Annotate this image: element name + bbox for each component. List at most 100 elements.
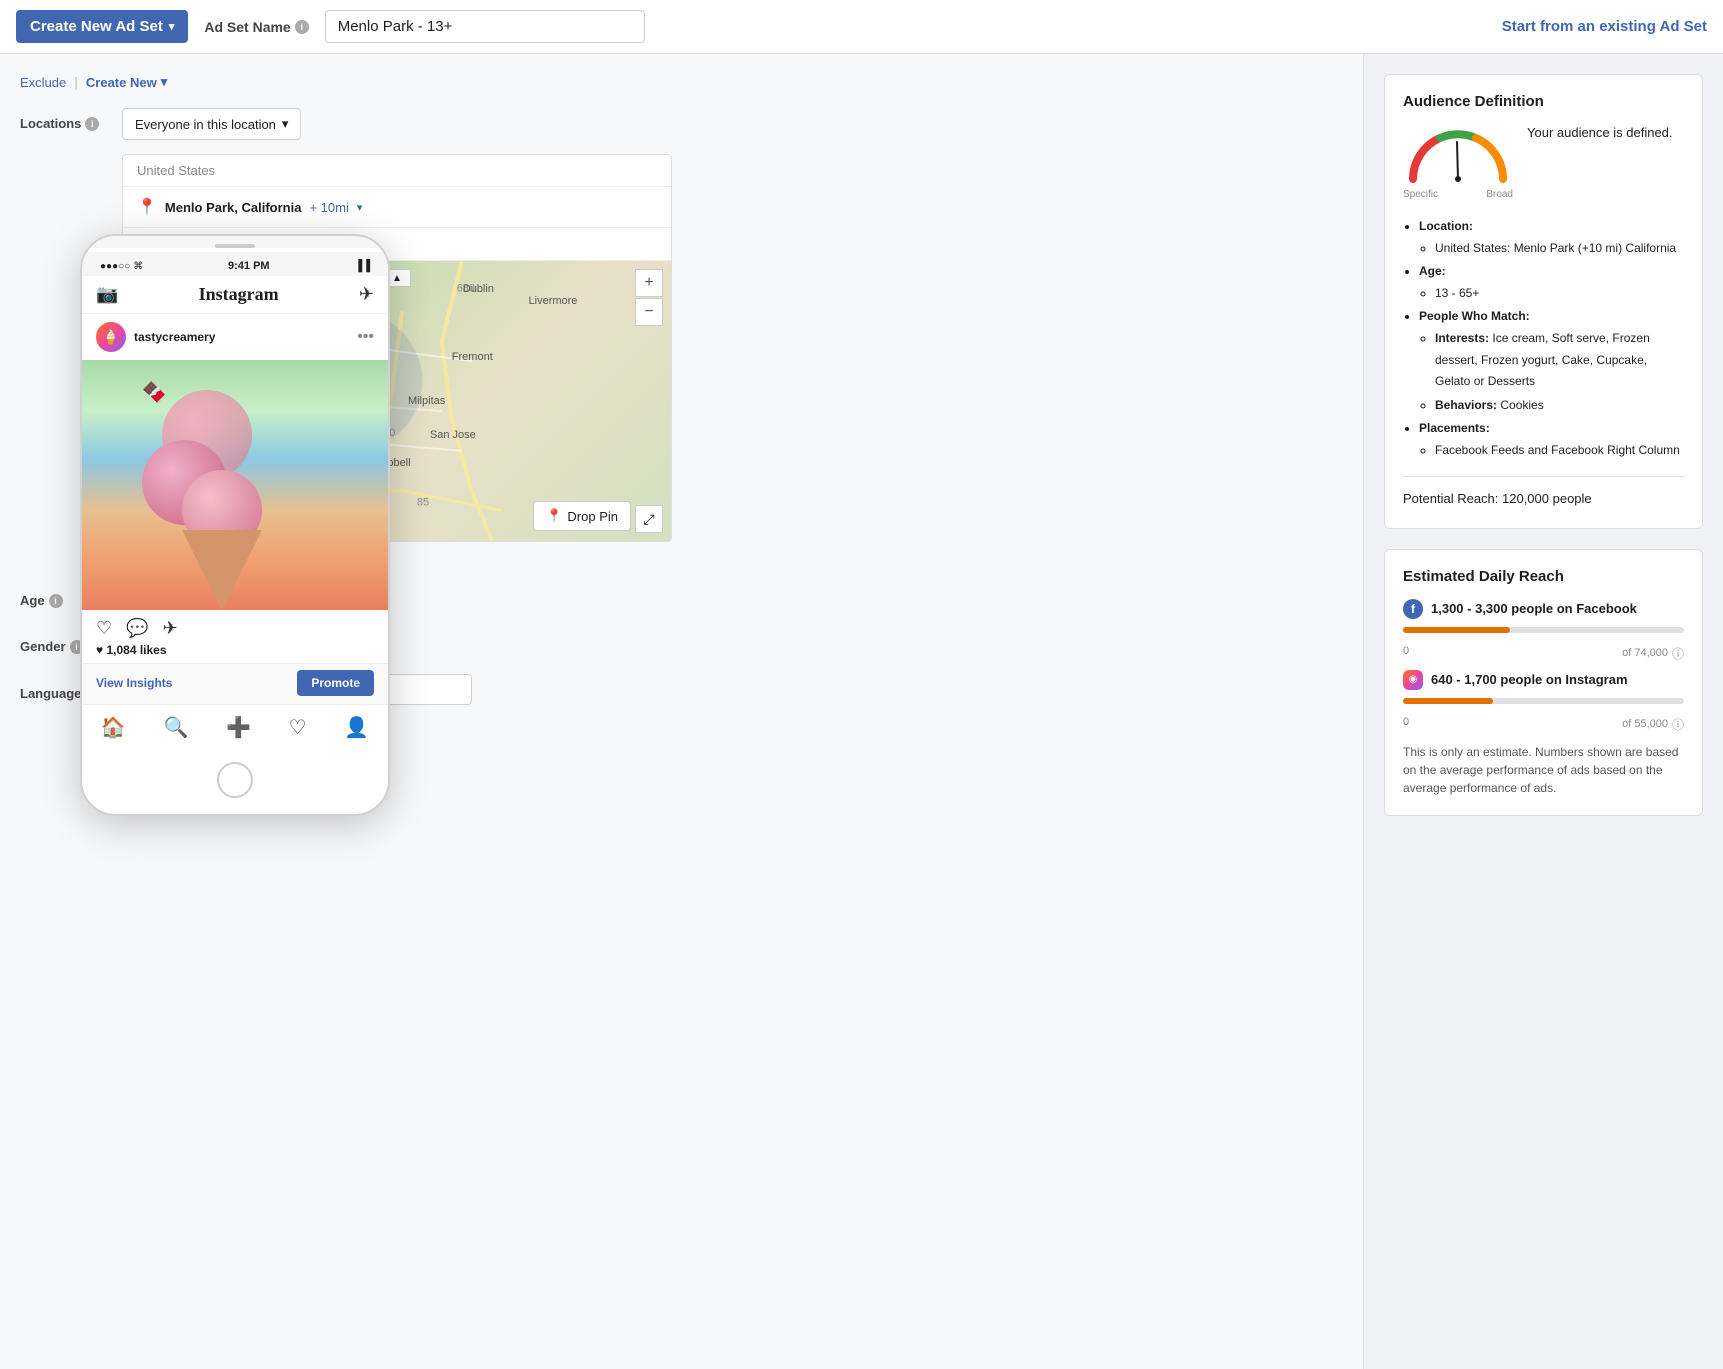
facebook-reach-row: f 1,300 - 3,300 people on Facebook [1403, 599, 1684, 619]
post-image: 🍫 [82, 360, 388, 610]
facebook-reach-info-icon[interactable]: ⓘ [1672, 645, 1684, 662]
placements-header: Placements: [1419, 421, 1490, 435]
create-new-ad-set-button[interactable]: Create New Ad Set ▾ [16, 10, 188, 43]
post-more-icon[interactable]: ••• [357, 328, 374, 346]
everyone-in-location-dropdown[interactable]: Everyone in this location ▾ [122, 108, 301, 140]
divider-pipe: | [74, 74, 78, 90]
nav-heart-icon[interactable]: ♡ [289, 715, 307, 740]
drop-pin-icon: 📍 [546, 508, 562, 524]
gauge-svg [1403, 124, 1513, 184]
post-likes: ♥ 1,084 likes [82, 643, 388, 663]
instagram-reach-label: 640 - 1,700 people on Instagram [1431, 672, 1684, 687]
svg-text:85: 85 [417, 497, 429, 509]
ad-set-name-info-icon[interactable]: i [295, 20, 309, 34]
facebook-reach-min: 0 [1403, 645, 1409, 662]
instagram-reach-range-row: 0 of 55,000 ⓘ [1403, 716, 1684, 733]
facebook-reach-max: of 74,000 [1622, 647, 1668, 659]
instagram-reach-bar-bg [1403, 698, 1684, 704]
gauge-specific-label: Specific [1403, 189, 1438, 200]
main-layout: Exclude | Create New ▾ Locations i Every… [0, 54, 1723, 1369]
phone-status-bar: ●●●○○ ⌘ 9:41 PM ▐▐ [82, 252, 388, 276]
age-info-icon[interactable]: i [49, 594, 63, 608]
instagram-reach-info-icon[interactable]: ⓘ [1672, 716, 1684, 733]
phone-time: 9:41 PM [228, 260, 270, 272]
people-match-header: People Who Match: [1419, 309, 1530, 323]
map-expand-button[interactable]: ⤢ [635, 505, 663, 533]
ice-cream-cone [182, 530, 262, 610]
country-label: United States [123, 155, 671, 187]
phone-overlay: ●●●○○ ⌘ 9:41 PM ▐▐ 📷 Instagram ✈ [80, 234, 390, 816]
phone-nav-bar: 🏠 🔍 ➕ ♡ 👤 [82, 704, 388, 750]
gauge-defined-text: Your audience is defined. [1527, 124, 1673, 142]
right-panel: Audience Definition [1363, 54, 1723, 1369]
ad-set-name-label: Ad Set Name i [204, 19, 308, 35]
city-fremont: Fremont [452, 351, 493, 363]
city-dublin: Dublin [463, 283, 494, 295]
like-button[interactable]: ♡ [96, 618, 112, 639]
map-controls: + − [635, 269, 663, 326]
phone-signal-area: ●●●○○ ⌘ [100, 261, 143, 272]
phone-home-button[interactable] [217, 762, 253, 798]
header-bar: Create New Ad Set ▾ Ad Set Name i Start … [0, 0, 1723, 54]
start-from-existing-link[interactable]: Start from an existing Ad Set [1502, 18, 1707, 35]
post-avatar: 🍦 [96, 322, 126, 352]
instagram-logo: Instagram [199, 284, 279, 305]
ad-set-name-input[interactable] [325, 10, 645, 43]
instagram-dm-icon[interactable]: ✈ [359, 284, 374, 305]
gauge-area: Specific Broad Your audience is defined. [1403, 124, 1684, 200]
interests-label: Interests: [1435, 331, 1492, 345]
instagram-reach-max: of 55,000 [1622, 718, 1668, 730]
nav-add-icon[interactable]: ➕ [226, 715, 251, 740]
comment-button[interactable]: 💬 [126, 618, 148, 639]
phone-frame: ●●●○○ ⌘ 9:41 PM ▐▐ 📷 Instagram ✈ [80, 234, 390, 816]
city-san-jose: San Jose [430, 429, 476, 441]
age-detail-header: Age: [1419, 264, 1446, 278]
instagram-camera-icon[interactable]: 📷 [96, 284, 118, 305]
gauge-broad-label: Broad [1486, 189, 1513, 200]
create-new-dropdown-chevron: ▾ [161, 74, 168, 90]
instagram-reach-bar-fill [1403, 698, 1493, 704]
behaviors-label: Behaviors: [1435, 398, 1500, 412]
estimated-reach-title: Estimated Daily Reach [1403, 568, 1684, 585]
exclude-create-row: Exclude | Create New ▾ [20, 74, 1343, 90]
location-item-menlo-park: 📍 Menlo Park, California + 10mi ▾ [123, 187, 671, 228]
create-new-ad-set-label: Create New Ad Set [30, 18, 163, 35]
view-insights-button[interactable]: View Insights [96, 676, 172, 690]
promote-button[interactable]: Promote [297, 670, 374, 696]
instagram-header: 📷 Instagram ✈ [82, 276, 388, 314]
exclude-link[interactable]: Exclude [20, 75, 66, 90]
instagram-reach-min: 0 [1403, 716, 1409, 733]
nav-home-icon[interactable]: 🏠 [101, 715, 126, 740]
map-zoom-out-button[interactable]: − [635, 298, 663, 326]
share-button[interactable]: ✈ [163, 618, 178, 639]
signal-icon: ●●●○○ [100, 261, 130, 272]
nav-search-icon[interactable]: 🔍 [163, 715, 188, 740]
city-livermore: Livermore [529, 295, 578, 307]
drop-pin-button[interactable]: 📍 Drop Pin [533, 501, 631, 531]
location-dropdown-chevron-icon: ▾ [282, 116, 289, 132]
left-panel: Exclude | Create New ▾ Locations i Every… [0, 54, 1363, 1369]
nav-profile-icon[interactable]: 👤 [344, 715, 369, 740]
city-milpitas: Milpitas [408, 395, 445, 407]
location-pin-icon: 📍 [137, 197, 157, 217]
audience-details: Location: United States: Menlo Park (+10… [1403, 216, 1684, 462]
facebook-reach-bar-bg [1403, 627, 1684, 633]
post-username: tastycreamery [134, 330, 349, 344]
instagram-reach-bar-row [1403, 698, 1684, 704]
ice-cream-toppings: 🍫 [142, 380, 167, 405]
audience-divider [1403, 476, 1684, 477]
phone-speaker [215, 244, 255, 248]
potential-reach-text: Potential Reach: 120,000 people [1403, 491, 1684, 506]
locations-row: Locations i Everyone in this location ▾ [20, 108, 1343, 140]
placements-value: Facebook Feeds and Facebook Right Column [1435, 440, 1684, 462]
create-new-dropdown[interactable]: Create New ▾ [86, 74, 167, 90]
locations-info-icon[interactable]: i [85, 117, 99, 131]
location-detail-header: Location: [1419, 219, 1473, 233]
facebook-reach-bar-fill [1403, 627, 1510, 633]
post-header: 🍦 tastycreamery ••• [82, 314, 388, 360]
instagram-reach-row: ◉ 640 - 1,700 people on Instagram [1403, 670, 1684, 690]
map-zoom-in-button[interactable]: + [635, 269, 663, 297]
gauge-labels: Specific Broad [1403, 189, 1513, 200]
battery-icon: ▐▐ [354, 260, 370, 272]
behaviors-value: Cookies [1500, 398, 1543, 412]
